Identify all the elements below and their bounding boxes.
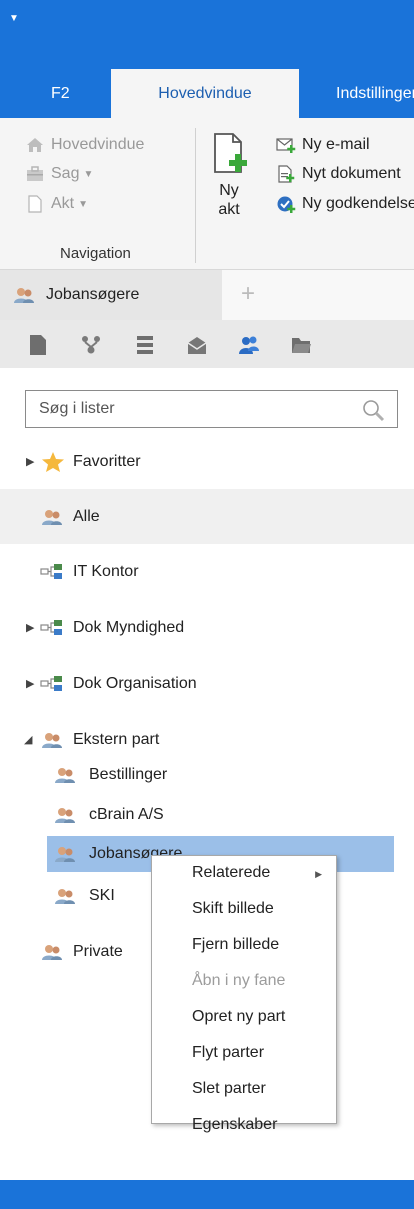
tree-item-bestillinger[interactable]: Bestillinger xyxy=(47,757,394,793)
menu-item-aabn-i-ny-fane: Åbn i ny fane xyxy=(192,972,286,989)
collapse-arrow-icon[interactable]: ◢ xyxy=(24,733,32,746)
tab-f2[interactable]: F2 xyxy=(37,69,84,118)
tree-item-it-kontor[interactable]: IT Kontor xyxy=(0,544,414,599)
new-approval-label: Ny godkendelse xyxy=(302,195,414,212)
status-bar xyxy=(0,1180,414,1209)
new-akt-button[interactable]: Ny akt xyxy=(206,132,252,219)
new-akt-label-line1: Ny xyxy=(219,182,239,199)
group-icon xyxy=(42,509,62,525)
organization-icon[interactable] xyxy=(80,334,102,356)
document-icon[interactable] xyxy=(27,334,49,356)
folder-icon[interactable] xyxy=(290,334,312,356)
quick-access-dropdown-icon[interactable]: ▼ xyxy=(9,14,19,24)
tree-label-it-kontor: IT Kontor xyxy=(73,562,139,580)
tab-indstillinger[interactable]: Indstillinger xyxy=(322,69,414,118)
tree-item-favorites[interactable]: ▶ Favoritter xyxy=(0,434,414,489)
new-mail-icon xyxy=(276,138,296,153)
org-unit-icon xyxy=(40,563,62,579)
add-tab-icon[interactable]: + xyxy=(241,282,255,306)
submenu-arrow-icon: ▶ xyxy=(315,869,322,879)
context-menu: Relaterede ▶ Skift billede Fjern billede… xyxy=(151,855,337,1133)
new-akt-label-line2: akt xyxy=(218,201,240,218)
group-icon xyxy=(14,288,34,303)
case-icon xyxy=(27,166,43,181)
menu-item-relaterede[interactable]: Relaterede xyxy=(192,863,270,883)
tree-label-all: Alle xyxy=(73,507,100,525)
tree-label-private: Private xyxy=(73,942,123,960)
ribbon-tab-bar: F2 Hovedvindue Indstillinger xyxy=(0,69,414,118)
chevron-down-icon: ▼ xyxy=(83,168,94,180)
tree-label-ekstern-part: Ekstern part xyxy=(73,730,160,748)
search-input[interactable] xyxy=(26,400,346,418)
new-doc-icon xyxy=(278,165,295,183)
org-unit-icon xyxy=(40,675,62,691)
tree-label-dok-organisation: Dok Organisation xyxy=(73,674,197,692)
search-box xyxy=(25,390,398,428)
tree-label-favorites: Favoritter xyxy=(73,452,141,470)
nav-sag-label: Sag xyxy=(51,165,80,182)
nav-akt-label: Akt xyxy=(51,195,75,212)
menu-item-opret-ny-part[interactable]: Opret ny part xyxy=(192,1007,285,1027)
group-icon xyxy=(55,768,75,783)
group-icon xyxy=(55,889,75,904)
menu-item-fjern-billede[interactable]: Fjern billede xyxy=(192,935,279,955)
tree-item-private[interactable]: Private xyxy=(0,924,150,979)
people-icon[interactable] xyxy=(238,334,260,356)
ribbon-separator xyxy=(195,128,196,263)
expand-arrow-icon[interactable]: ▶ xyxy=(26,677,34,690)
tree-item-ski[interactable]: SKI xyxy=(47,878,147,914)
expand-arrow-icon[interactable]: ▶ xyxy=(26,621,34,634)
menu-item-slet-parter[interactable]: Slet parter xyxy=(192,1079,266,1099)
tab-jobansoegere[interactable]: Jobansøgere xyxy=(0,270,222,320)
nav-sag-button[interactable]: Sag ▼ xyxy=(25,165,93,183)
tree-item-all[interactable]: Alle xyxy=(0,489,414,544)
group-icon xyxy=(42,944,62,960)
group-icon xyxy=(55,847,75,862)
tree-label-cbrain: cBrain A/S xyxy=(89,806,164,823)
expand-arrow-icon[interactable]: ▶ xyxy=(26,455,34,468)
tree-label-dok-myndighed: Dok Myndighed xyxy=(73,618,185,636)
tab-hovedvindue[interactable]: Hovedvindue xyxy=(111,69,299,118)
tree-label-ski: SKI xyxy=(89,887,115,904)
list-icon[interactable] xyxy=(134,334,156,356)
menu-item-flyt-parter[interactable]: Flyt parter xyxy=(192,1043,264,1063)
mail-icon[interactable] xyxy=(186,334,208,356)
new-approval-button[interactable]: Ny godkendelse xyxy=(276,195,414,213)
new-email-label: Ny e-mail xyxy=(302,136,370,153)
nav-akt-button[interactable]: Akt ▼ xyxy=(25,195,88,213)
list-type-toolbar xyxy=(0,320,414,368)
group-icon xyxy=(55,808,75,823)
org-unit-icon xyxy=(40,619,62,635)
new-document-label: Nyt dokument xyxy=(302,165,401,182)
new-document-button[interactable]: Nyt dokument xyxy=(276,165,401,183)
new-email-button[interactable]: Ny e-mail xyxy=(276,136,370,154)
document-tab-row: Jobansøgere + xyxy=(0,270,414,320)
star-icon xyxy=(42,451,64,472)
ribbon-group-label: Navigation xyxy=(60,245,131,262)
new-document-icon xyxy=(214,133,247,173)
tree-item-dok-organisation[interactable]: ▶ Dok Organisation xyxy=(0,656,414,711)
tree-item-cbrain[interactable]: cBrain A/S xyxy=(47,797,394,833)
nav-hovedvindue-label: Hovedvindue xyxy=(51,136,145,153)
tree-label-bestillinger: Bestillinger xyxy=(89,766,168,783)
menu-item-egenskaber[interactable]: Egenskaber xyxy=(192,1115,277,1135)
chevron-down-icon: ▼ xyxy=(78,198,89,210)
ribbon: Hovedvindue Sag ▼ Akt ▼ Navigation Ny ak… xyxy=(0,118,414,270)
approval-icon xyxy=(277,196,296,213)
title-bar: ▼ xyxy=(0,0,414,69)
nav-hovedvindue-button[interactable]: Hovedvindue xyxy=(25,136,144,154)
menu-item-skift-billede[interactable]: Skift billede xyxy=(192,899,274,919)
search-icon[interactable] xyxy=(361,398,385,422)
home-icon xyxy=(27,138,43,152)
document-icon xyxy=(28,195,42,213)
tree-item-dok-myndighed[interactable]: ▶ Dok Myndighed xyxy=(0,600,414,655)
group-icon xyxy=(42,732,62,748)
doc-tab-label: Jobansøgere xyxy=(46,286,140,303)
